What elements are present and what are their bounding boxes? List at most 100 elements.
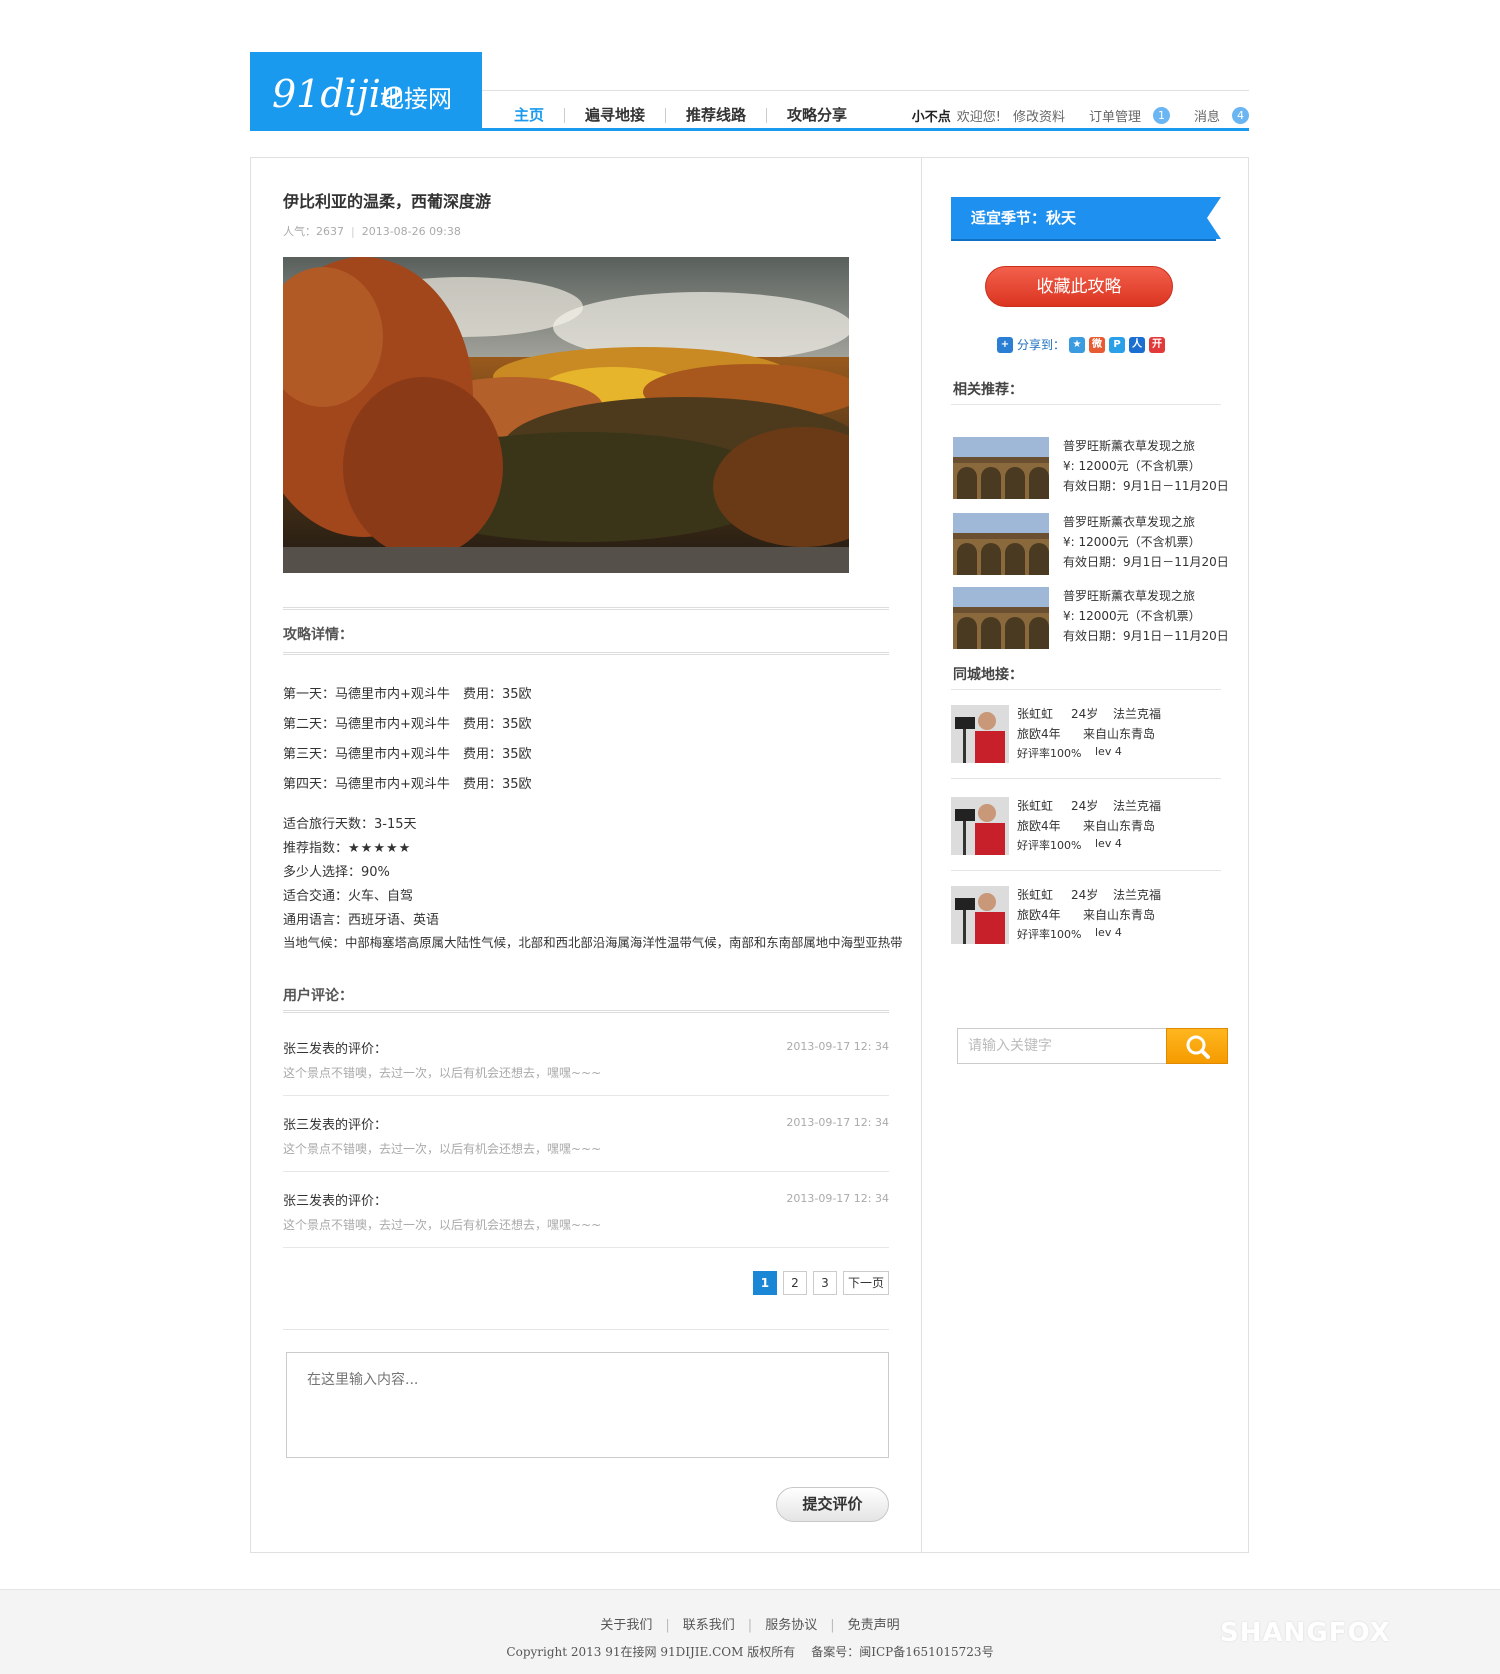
user-bar: 小不点 欢迎您! 修改资料 订单管理 1 消息 4 [912,102,1249,128]
guide-city: 法兰克福 [1113,707,1162,721]
related-title: 相关推荐： [953,382,1023,398]
edit-profile-link[interactable]: 修改资料 [1013,106,1065,125]
messages-count-badge: 4 [1232,106,1249,124]
day-label: 第四天：马德里市内+观斗牛 [283,777,450,792]
guide-item[interactable]: 张虹虹 24岁 法兰克福 旅欧4年 来自山东青岛 好评率100% lev 4 [951,872,1221,960]
day-fee: 费用：35欧 [463,717,532,732]
qzone-icon[interactable]: ★ [1069,336,1086,353]
guide-rate: 好评率100% [1017,928,1082,941]
renren-icon[interactable]: 人 [1129,336,1146,353]
nav-find-guide[interactable]: 遍寻地接 [565,107,667,123]
search-input[interactable]: 请输入关键字 [957,1028,1167,1064]
site-logo[interactable]: 91dijie 地接网 [250,52,482,131]
share-plus-icon: + [997,336,1013,353]
route-item[interactable]: 普罗旺斯薰衣草发现之旅 ¥: 12000元（不含机票） 有效日期：9月1日－11… [951,587,1229,651]
day-fee: 费用：35欧 [463,777,532,792]
comment-author: 张三发表的评价： [283,1194,388,1209]
comment-item: 张三发表的评价： 2013-09-17 12: 34 这个景点不错噢，去过一次，… [283,1096,889,1172]
search-box: 请输入关键字 [957,1028,1228,1064]
comment-text: 这个景点不错噢，去过一次，以后有机会还想去，嘿嘿~~~ [283,1142,602,1156]
season-text: 适宜季节：秋天 [971,209,1077,227]
nav-home[interactable]: 主页 [482,107,566,123]
guide-years: 旅欧4年 [1017,727,1061,741]
climate: 当地气候：中部梅塞塔高原属大陆性气候，北部和西北部沿海属海洋性温带气候，南部和东… [283,935,903,950]
guides-header: 同城地接： [951,660,1221,690]
separator [283,1329,889,1330]
season-ribbon: 适宜季节：秋天 [951,195,1221,241]
guide-name: 张虹虹 [1017,888,1054,902]
guide-name: 张虹虹 [1017,707,1054,721]
page-1[interactable]: 1 [752,1271,777,1295]
language: 通用语言：西班牙语、英语 [283,913,440,928]
popularity: 人气：2637 [283,225,344,238]
kaixin-icon[interactable]: 开 [1149,336,1166,353]
nav-recommended-routes[interactable]: 推荐线路 [666,107,768,123]
route-item[interactable]: 普罗旺斯薰衣草发现之旅 ¥: 12000元（不含机票） 有效日期：9月1日－11… [951,513,1229,577]
nav-top-line [482,90,1249,91]
guide-years: 旅欧4年 [1017,819,1061,833]
weibo-icon[interactable]: 微 [1089,336,1106,353]
comment-author: 张三发表的评价： [283,1118,388,1133]
route-thumbnail [953,587,1049,649]
day-fee: 费用：35欧 [463,747,532,762]
guide-item[interactable]: 张虹虹 24岁 法兰克福 旅欧4年 来自山东青岛 好评率100% lev 4 [951,691,1221,779]
comment-text: 这个景点不错噢，去过一次，以后有机会还想去，嘿嘿~~~ [283,1066,602,1080]
rating-label: 推荐指数： [283,841,349,856]
guide-from: 来自山东青岛 [1083,819,1156,833]
day-label: 第三天：马德里市内+观斗牛 [283,747,450,762]
favorite-button[interactable]: 收藏此攻略 [985,266,1173,307]
guide-age: 24岁 [1071,799,1099,813]
footer-terms[interactable]: 服务协议 [765,1618,817,1633]
column-divider [921,158,922,1552]
day-label: 第二天：马德里市内+观斗牛 [283,717,450,732]
publish-date: 2013-08-26 09:38 [361,225,461,238]
submit-comment-button[interactable]: 提交评价 [776,1487,889,1522]
comment-input[interactable] [286,1352,889,1458]
messages-link[interactable]: 消息 [1194,106,1220,125]
article-title: 伊比利亚的温柔，西葡深度游 [283,192,492,211]
route-valid: 有效日期：9月1日－11月20日 [1063,555,1229,569]
itinerary-day: 第二天：马德里市内+观斗牛 费用：35欧 [283,713,532,732]
details-header: 攻略详情： [283,607,889,655]
guide-avatar [951,797,1009,855]
page-2[interactable]: 2 [782,1271,807,1295]
route-valid: 有效日期：9月1日－11月20日 [1063,479,1229,493]
travel-days: 适合旅行天数：3-15天 [283,817,417,832]
guide-years: 旅欧4年 [1017,908,1061,922]
orders-count-badge: 1 [1152,106,1170,124]
search-button[interactable] [1166,1028,1228,1064]
route-thumbnail [953,513,1049,575]
guide-level: lev 4 [1095,926,1122,939]
guide-item[interactable]: 张虹虹 24岁 法兰克福 旅欧4年 来自山东青岛 好评率100% lev 4 [951,783,1221,871]
itinerary-day: 第一天：马德里市内+观斗牛 费用：35欧 [283,683,532,702]
share-label: 分享到： [1017,338,1066,352]
nav-guide-sharing[interactable]: 攻略分享 [767,107,867,123]
transport: 适合交通：火车、自驾 [283,889,414,904]
route-name: 普罗旺斯薰衣草发现之旅 [1063,439,1196,453]
guide-avatar [951,705,1009,763]
footer: 关于我们 | 联系我们 | 服务协议 | 免责声明 Copyright 2013 91在接网… [0,1589,1500,1674]
related-header: 相关推荐： [951,375,1221,405]
comment-item: 张三发表的评价： 2013-09-17 12: 34 这个景点不错噢，去过一次，… [283,1020,889,1096]
article-photo [283,257,849,573]
copyright-text: Copyright 2013 91在接网 91DIJIE.COM 版权所有 [506,1645,796,1659]
order-manage-link[interactable]: 订单管理 [1089,106,1141,125]
tencent-weibo-icon[interactable]: P [1109,336,1126,353]
page-3[interactable]: 3 [812,1271,837,1295]
footer-about[interactable]: 关于我们 [600,1618,652,1633]
icp-text: 备案号：闽ICP备1651015723号 [811,1645,994,1659]
welcome-text: 欢迎您! [956,109,1001,125]
next-page-button[interactable]: 下一页 [842,1271,889,1295]
content-frame: 伊比利亚的温柔，西葡深度游 人气：2637|2013-08-26 09:38 [250,157,1249,1553]
article-meta: 人气：2637 | 2013-08-26 09:38 [283,225,461,238]
search-icon [1186,1035,1210,1059]
pagination: 1 2 3 下一页 [752,1271,889,1295]
comment-text: 这个景点不错噢，去过一次，以后有机会还想去，嘿嘿~~~ [283,1218,602,1232]
footer-disclaimer[interactable]: 免责声明 [848,1618,900,1633]
route-valid: 有效日期：9月1日－11月20日 [1063,629,1229,643]
share-bar: + 分享到： ★ 微 P 人 开 [997,336,1166,353]
footer-contact[interactable]: 联系我们 [683,1618,735,1633]
route-item[interactable]: 普罗旺斯薰衣草发现之旅 ¥: 12000元（不含机票） 有效日期：9月1日－11… [951,437,1229,501]
details-title: 攻略详情： [283,627,353,643]
user-name[interactable]: 小不点 [912,106,951,125]
